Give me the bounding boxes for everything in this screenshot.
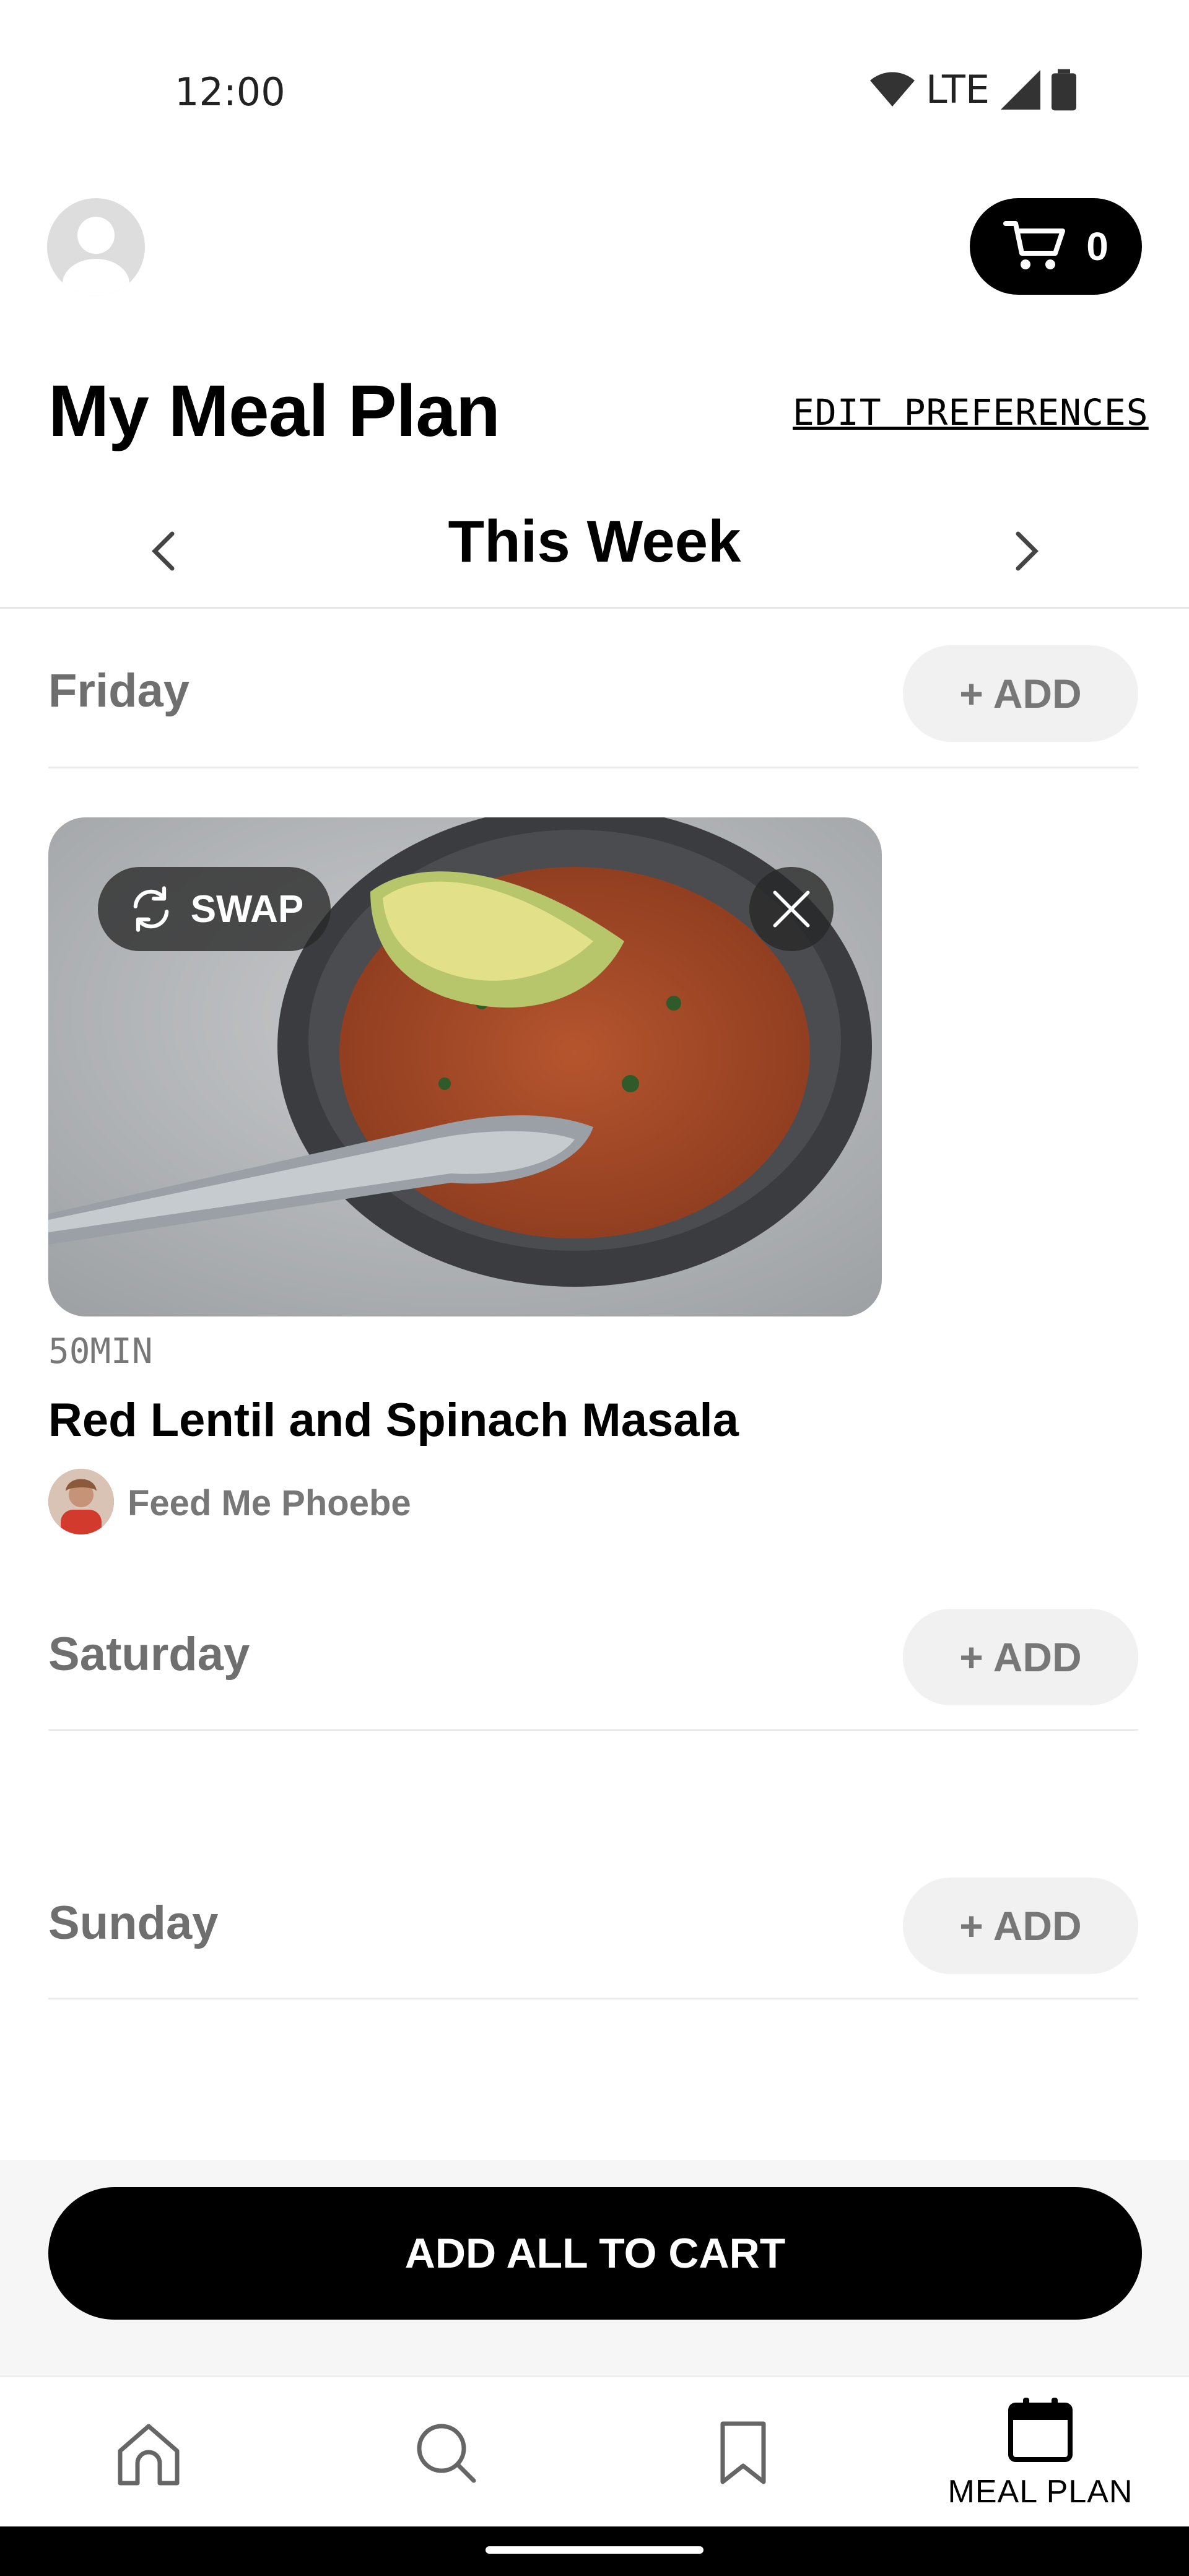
cart-button[interactable]: 0	[970, 198, 1142, 295]
author-name[interactable]: Feed Me Phoebe	[128, 1482, 411, 1524]
add-all-to-cart-button[interactable]: ADD ALL TO CART	[48, 2187, 1142, 2320]
home-icon	[118, 2424, 180, 2486]
author-photo	[48, 1469, 114, 1534]
swap-icon	[133, 886, 169, 932]
signal-icon	[1001, 69, 1041, 110]
divider	[48, 767, 1138, 768]
divider	[0, 607, 1189, 609]
add-saturday-button[interactable]: + ADD	[903, 1609, 1138, 1705]
profile-avatar[interactable]	[47, 198, 145, 296]
bookmark-icon	[720, 2421, 766, 2484]
status-time: 12:00	[175, 69, 285, 115]
network-type: LTE	[926, 67, 990, 112]
remove-meal-button[interactable]	[749, 867, 834, 951]
nav-meal-plan-label: MEAL PLAN	[947, 2474, 1133, 2510]
author-avatar[interactable]	[48, 1469, 114, 1534]
status-icons: LTE	[870, 67, 1077, 112]
nav-search[interactable]	[297, 2377, 594, 2528]
swap-label: SWAP	[190, 887, 304, 931]
nav-meal-plan[interactable]: MEAL PLAN	[892, 2377, 1189, 2528]
add-sunday-button[interactable]: + ADD	[903, 1878, 1138, 1974]
meal-time: 50MIN	[48, 1331, 153, 1372]
cart-icon	[1003, 221, 1066, 269]
day-label-friday: Friday	[48, 664, 190, 717]
user-icon	[63, 217, 129, 296]
nav-saved[interactable]	[594, 2377, 892, 2528]
close-icon	[773, 890, 810, 928]
calendar-icon	[1008, 2398, 1073, 2462]
battery-icon	[1052, 69, 1077, 110]
edit-preferences-link[interactable]: EDIT PREFERENCES	[793, 391, 1149, 433]
add-all-to-cart-label: ADD ALL TO CART	[404, 2230, 786, 2277]
wifi-icon	[870, 72, 915, 107]
search-icon	[417, 2424, 476, 2483]
day-label-sunday: Sunday	[48, 1897, 219, 1949]
page-title: My Meal Plan	[48, 370, 500, 452]
week-navigator: This Week	[0, 495, 1189, 607]
day-label-saturday: Saturday	[48, 1628, 250, 1681]
add-friday-button[interactable]: + ADD	[903, 645, 1138, 742]
bottom-nav: MEAL PLAN	[0, 2375, 1189, 2528]
nav-home[interactable]	[0, 2377, 297, 2528]
meal-title[interactable]: Red Lentil and Spinach Masala	[48, 1393, 739, 1447]
chevron-right-icon[interactable]	[1008, 526, 1045, 576]
gesture-handle[interactable]	[486, 2546, 703, 2554]
cart-count: 0	[1086, 224, 1108, 269]
swap-button[interactable]: SWAP	[98, 867, 331, 951]
meal-image[interactable]: SWAP	[48, 817, 882, 1316]
divider	[48, 1998, 1138, 1999]
divider	[48, 1729, 1138, 1731]
